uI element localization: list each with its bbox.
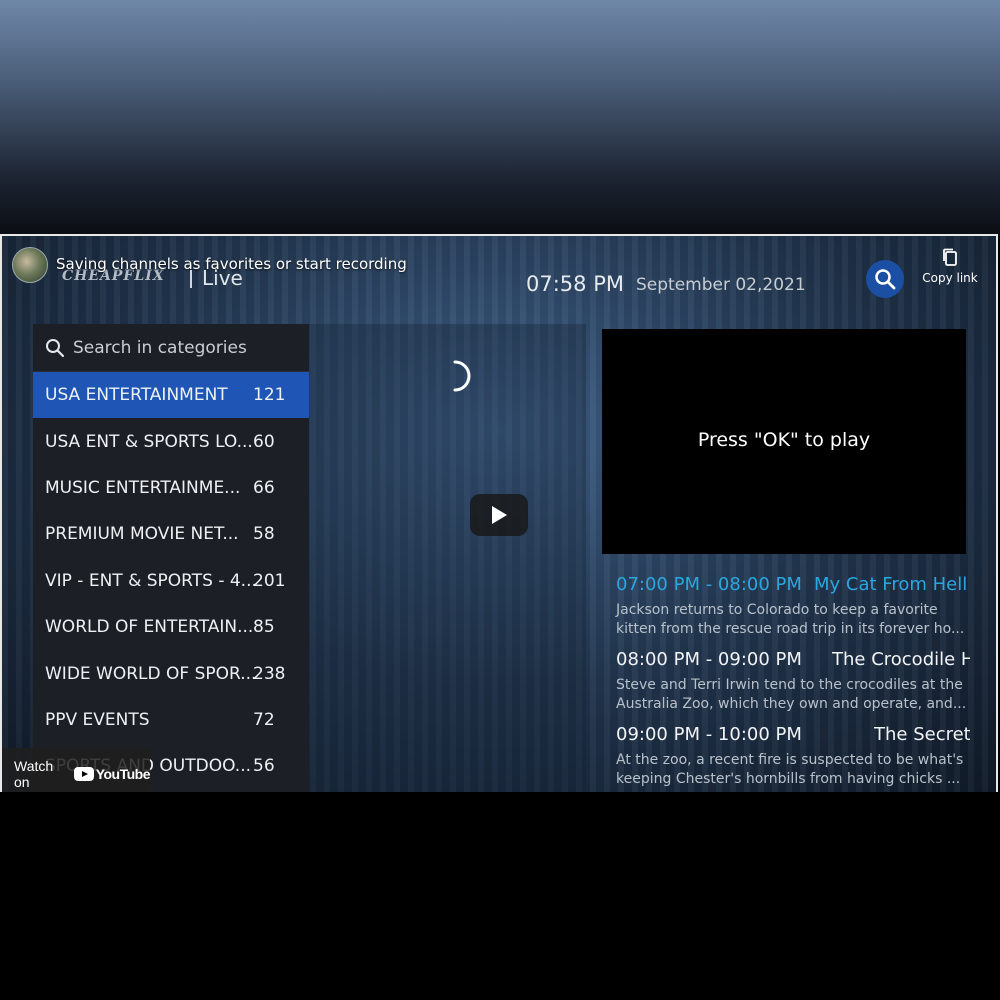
program-description-line: At the zoo, a recent fire is suspected t… bbox=[616, 752, 964, 768]
youtube-play-icon bbox=[73, 767, 94, 781]
program-entry[interactable]: 09:00 PM - 10:00 PM The Secret Life of t… bbox=[616, 724, 970, 792]
category-name: VIP - ENT & SPORTS - 4... bbox=[45, 570, 257, 591]
category-name: PREMIUM MOVIE NET... bbox=[45, 524, 239, 545]
copy-icon bbox=[943, 248, 957, 266]
search-icon bbox=[46, 338, 65, 357]
category-count: 72 bbox=[253, 709, 275, 730]
category-name: WORLD OF ENTERTAIN... bbox=[45, 617, 254, 638]
category-list: Search in categories USA ENTERTAINMENT 1… bbox=[33, 324, 309, 792]
channel-avatar[interactable] bbox=[12, 247, 48, 283]
play-icon bbox=[492, 506, 507, 524]
program-title: The Secret Life of the Zoo bbox=[874, 724, 970, 745]
page-top-background bbox=[0, 0, 1000, 236]
program-description-line: keeping Chester's hornbills from having … bbox=[616, 771, 961, 787]
category-item[interactable]: WIDE WORLD OF SPOR... 238 bbox=[33, 650, 309, 696]
program-description-line: kitten from the rescue road trip in its … bbox=[616, 621, 965, 637]
search-icon bbox=[875, 269, 896, 290]
category-name: USA ENTERTAINMENT bbox=[45, 385, 228, 406]
category-count: 121 bbox=[253, 385, 286, 406]
category-name: USA ENT & SPORTS LO... bbox=[45, 431, 253, 452]
category-name: MUSIC ENTERTAINME... bbox=[45, 477, 241, 498]
section-label: Live bbox=[202, 266, 243, 290]
program-time: 07:00 PM - 08:00 PM bbox=[616, 574, 802, 595]
category-count: 58 bbox=[253, 524, 275, 545]
program-time: 09:00 PM - 10:00 PM bbox=[616, 724, 802, 745]
video-preview[interactable]: Press "OK" to play bbox=[602, 329, 966, 554]
category-item[interactable]: VIP - ENT & SPORTS - 4... 201 bbox=[33, 558, 309, 604]
program-description: At the zoo, a recent fire is suspected t… bbox=[616, 751, 970, 789]
youtube-logo: YouTube bbox=[73, 766, 151, 782]
preview-message: Press "OK" to play bbox=[697, 429, 871, 451]
category-name: WIDE WORLD OF SPOR... bbox=[45, 663, 257, 684]
category-count: 201 bbox=[253, 570, 286, 591]
watch-on-label: Watch on bbox=[14, 758, 54, 790]
clock-date: September 02,2021 bbox=[636, 275, 806, 295]
category-item[interactable]: MUSIC ENTERTAINME... 66 bbox=[33, 465, 309, 511]
clock-time: 07:58 PM bbox=[526, 272, 624, 296]
search-button[interactable] bbox=[866, 260, 904, 298]
category-item[interactable]: USA ENT & SPORTS LO... 60 bbox=[33, 418, 309, 464]
category-count: 66 bbox=[253, 477, 275, 498]
video-player[interactable]: CHEAPFLIX Saving channels as favorites o… bbox=[0, 234, 998, 792]
program-description-line: Australia Zoo, which they own and operat… bbox=[616, 696, 967, 712]
category-search[interactable]: Search in categories bbox=[33, 324, 309, 372]
category-search-placeholder: Search in categories bbox=[73, 337, 247, 358]
category-count: 56 bbox=[253, 756, 275, 777]
copy-link-label: Copy link bbox=[922, 271, 978, 285]
program-guide: 07:00 PM - 08:00 PM My Cat From Hell Jac… bbox=[616, 574, 970, 792]
play-button[interactable] bbox=[470, 494, 528, 536]
channel-list bbox=[309, 324, 586, 792]
category-count: 60 bbox=[253, 431, 275, 452]
category-count: 238 bbox=[253, 663, 286, 684]
loading-spinner-icon bbox=[453, 360, 471, 392]
category-item[interactable]: PREMIUM MOVIE NET... 58 bbox=[33, 511, 309, 557]
program-title: The Crocodile Hunter bbox=[832, 649, 970, 670]
program-entry[interactable]: 08:00 PM - 09:00 PM The Crocodile Hunter… bbox=[616, 649, 970, 724]
section-divider bbox=[190, 270, 192, 288]
category-item[interactable]: WORLD OF ENTERTAIN... 85 bbox=[33, 604, 309, 650]
category-count: 85 bbox=[253, 617, 275, 638]
program-description: Steve and Terri Irwin tend to the crocod… bbox=[616, 676, 970, 714]
program-description-line: Jackson returns to Colorado to keep a fa… bbox=[616, 602, 938, 618]
watch-on-youtube-button[interactable]: Watch on YouTube bbox=[2, 748, 151, 792]
program-entry[interactable]: 07:00 PM - 08:00 PM My Cat From Hell Jac… bbox=[616, 574, 970, 649]
category-item[interactable]: PPV EVENTS 72 bbox=[33, 697, 309, 743]
program-description-line: Steve and Terri Irwin tend to the crocod… bbox=[616, 677, 963, 693]
category-name: PPV EVENTS bbox=[45, 709, 150, 730]
program-title: My Cat From Hell bbox=[814, 574, 968, 595]
youtube-label: YouTube bbox=[95, 766, 151, 782]
copy-link-button[interactable]: Copy link bbox=[922, 248, 978, 285]
program-time: 08:00 PM - 09:00 PM bbox=[616, 649, 802, 670]
category-item[interactable]: USA ENTERTAINMENT 121 bbox=[33, 372, 309, 419]
program-description: Jackson returns to Colorado to keep a fa… bbox=[616, 601, 970, 639]
